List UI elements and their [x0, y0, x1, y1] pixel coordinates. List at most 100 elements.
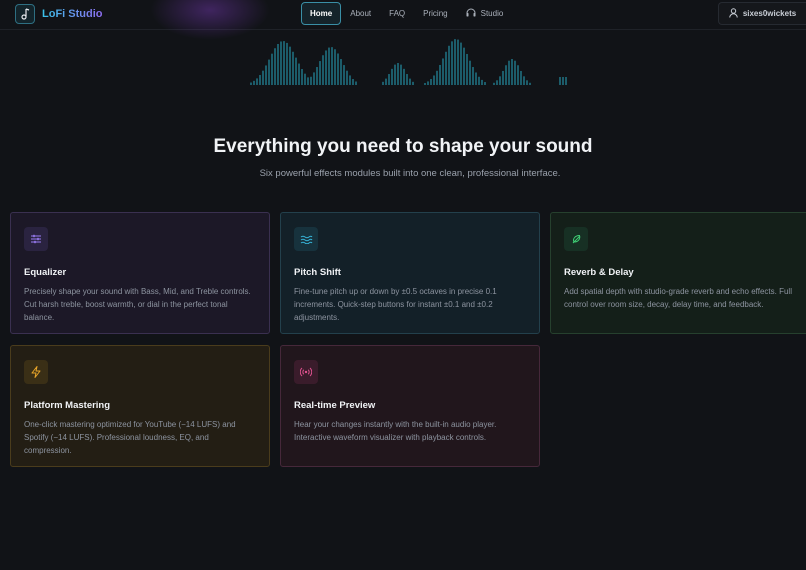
- nav-studio[interactable]: Studio: [457, 2, 513, 25]
- waveform-bar: [274, 48, 276, 85]
- waveform-bar: [451, 41, 453, 85]
- waveform-bar: [310, 76, 312, 85]
- waveform-bar: [424, 82, 426, 85]
- waveform-bar: [316, 67, 318, 85]
- waveform-bar: [484, 82, 486, 85]
- waveform-bar: [454, 39, 456, 85]
- feature-title: Pitch Shift: [294, 267, 341, 278]
- waveform-bar: [439, 65, 441, 85]
- waveform-bar: [394, 64, 396, 85]
- waveform-bar: [514, 60, 516, 85]
- waveform-bar: [382, 81, 384, 85]
- main-nav: Home About FAQ Pricing Studio: [301, 2, 512, 25]
- waveform-bar: [523, 76, 525, 85]
- waveform-bar: [397, 63, 399, 85]
- waveform-bar: [565, 77, 567, 85]
- waveform-bar: [526, 80, 528, 85]
- feature-card-realtime-preview: Real-time Preview Hear your changes inst…: [280, 345, 540, 467]
- waveform-bar: [508, 60, 510, 85]
- waveform-visual: [250, 39, 567, 85]
- waveform-bar: [340, 59, 342, 85]
- waveform-bar: [478, 76, 480, 85]
- feather-icon: [564, 227, 588, 251]
- feature-description: Hear your changes instantly with the bui…: [294, 420, 497, 442]
- waveform-bar: [391, 68, 393, 85]
- waveform-bar: [493, 82, 495, 85]
- waveform-bar: [448, 45, 450, 85]
- waveform-bar: [304, 73, 306, 85]
- waveform-bar: [427, 81, 429, 85]
- nav-studio-label: Studio: [480, 9, 504, 18]
- broadcast-icon: [294, 360, 318, 384]
- feature-description: Add spatial depth with studio-grade reve…: [564, 287, 792, 309]
- waveform-bar: [406, 74, 408, 85]
- waveform-bar: [529, 82, 531, 85]
- waveform-bar: [343, 65, 345, 85]
- waveform-bar: [322, 55, 324, 85]
- waveform-bar: [253, 80, 255, 85]
- lightning-icon: [24, 360, 48, 384]
- feature-card-reverb-delay: Reverb & Delay Add spatial depth with st…: [550, 212, 806, 334]
- waveform-bar: [445, 51, 447, 85]
- waveform-bar: [466, 53, 468, 85]
- waveform-bar: [265, 65, 267, 85]
- feature-description: Precisely shape your sound with Bass, Mi…: [24, 287, 251, 322]
- waveform-bar: [481, 79, 483, 85]
- waveform-bar: [436, 70, 438, 85]
- waveform-bar: [307, 77, 309, 85]
- waveform-bar: [511, 59, 513, 85]
- waveform-bar: [403, 68, 405, 85]
- waveform-bar: [250, 82, 252, 85]
- waveform-bar: [559, 77, 561, 85]
- waveform-bar: [283, 41, 285, 85]
- feature-description: Fine-tune pitch up or down by ±0.5 octav…: [294, 287, 497, 322]
- waveform-bar: [469, 60, 471, 85]
- feature-title: Real-time Preview: [294, 400, 376, 411]
- waveform-bar: [520, 70, 522, 85]
- waveform-bar: [349, 75, 351, 85]
- waveform-bar: [562, 77, 564, 85]
- waveform-bar: [268, 59, 270, 85]
- feature-title: Equalizer: [24, 267, 67, 278]
- waveform-bar: [385, 78, 387, 85]
- nav-faq[interactable]: FAQ: [380, 2, 414, 25]
- waveform-bar: [457, 39, 459, 85]
- user-menu-button[interactable]: sixes0wickets: [718, 2, 806, 25]
- feature-card-platform-mastering: Platform Mastering One-click mastering o…: [10, 345, 270, 467]
- waveform-bar: [271, 53, 273, 85]
- waveform-bar: [313, 72, 315, 85]
- waveform-bar: [433, 75, 435, 85]
- waveform-bar: [295, 57, 297, 85]
- nav-home[interactable]: Home: [301, 2, 342, 25]
- brand-logo[interactable]: LoFi Studio: [15, 3, 102, 25]
- username: sixes0wickets: [742, 9, 797, 18]
- waveform-bar: [280, 41, 282, 85]
- feature-title: Platform Mastering: [24, 400, 111, 411]
- waveform-bar: [298, 63, 300, 85]
- feature-card-pitch-shift: Pitch Shift Fine-tune pitch up or down b…: [280, 212, 540, 334]
- waveform-bar: [277, 43, 279, 85]
- waveform-bar: [259, 75, 261, 85]
- waveform-bar: [352, 79, 354, 85]
- nav-pricing-label: Pricing: [423, 9, 448, 18]
- nav-pricing[interactable]: Pricing: [414, 2, 456, 25]
- waveform-bar: [409, 78, 411, 85]
- waveform-bar: [472, 67, 474, 85]
- waveform-bar: [346, 70, 348, 85]
- brand-name: LoFi Studio: [42, 8, 103, 20]
- nav-about-label: About: [350, 9, 372, 18]
- page-title: Everything you need to shape your sound: [213, 136, 593, 157]
- feature-card-equalizer: Equalizer Precisely shape your sound wit…: [10, 212, 270, 334]
- nav-faq-label: FAQ: [389, 9, 406, 18]
- waveform-bar: [337, 53, 339, 85]
- feature-title: Reverb & Delay: [564, 267, 634, 278]
- waveform-bar: [460, 42, 462, 85]
- waveform-bar: [475, 72, 477, 85]
- waveform-bar: [289, 46, 291, 85]
- waveform-bar: [334, 49, 336, 85]
- waveform-bar: [400, 64, 402, 85]
- waveform-bar: [319, 61, 321, 85]
- page-subtitle: Six powerful effects modules built into …: [259, 168, 561, 179]
- waveform-bar: [292, 51, 294, 85]
- nav-about[interactable]: About: [341, 2, 380, 25]
